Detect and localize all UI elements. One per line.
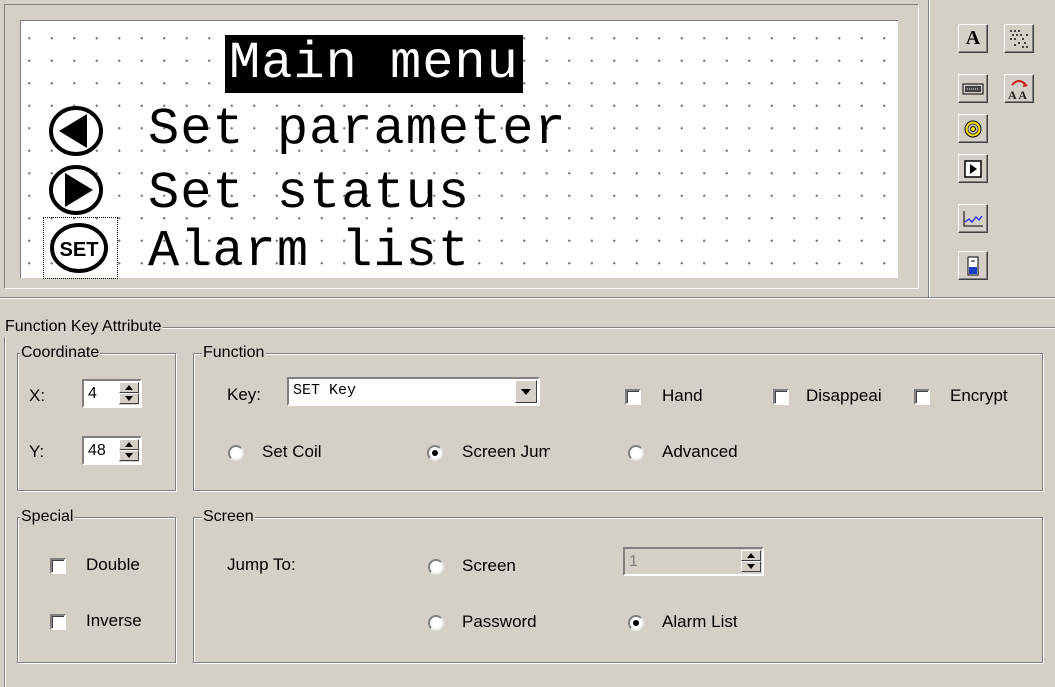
group-tool-icon bbox=[1010, 29, 1028, 48]
x-coordinate-spinbox[interactable]: 4 bbox=[82, 379, 142, 408]
lcd-menu-item-set-parameter[interactable]: Set parameter bbox=[148, 101, 567, 159]
chevron-down-icon[interactable] bbox=[515, 380, 537, 403]
advanced-label[interactable]: Advanced bbox=[662, 441, 738, 463]
jump-alarm-list-label[interactable]: Alarm List bbox=[662, 611, 738, 633]
x-spin-buttons[interactable] bbox=[119, 382, 139, 405]
lcd-menu-item-set-status[interactable]: Set status bbox=[148, 165, 470, 223]
screen-group-title: Screen bbox=[202, 507, 255, 527]
disappear-label[interactable]: Disappeai bbox=[806, 385, 904, 407]
y-spin-buttons[interactable] bbox=[119, 439, 139, 462]
left-arrow-key-icon[interactable] bbox=[48, 105, 104, 157]
hand-label[interactable]: Hand bbox=[662, 385, 703, 407]
inverse-label[interactable]: Inverse bbox=[86, 610, 142, 632]
key-select[interactable]: SET Key bbox=[287, 377, 540, 406]
screen-number-value[interactable]: 1 bbox=[629, 551, 638, 573]
right-arrow-key-icon[interactable] bbox=[48, 164, 104, 216]
set-coil-radio[interactable] bbox=[228, 445, 244, 461]
jump-to-label: Jump To: bbox=[227, 555, 296, 574]
text-tool-icon: A bbox=[965, 27, 981, 49]
y-spin-up-icon[interactable] bbox=[119, 439, 139, 450]
set-key-icon[interactable]: SET bbox=[48, 222, 110, 274]
function-key-tool-icon bbox=[962, 83, 984, 94]
special-group: Special bbox=[17, 507, 176, 663]
screen-button-tool-icon bbox=[964, 159, 982, 178]
text-tool-button[interactable]: A bbox=[958, 24, 988, 53]
inverse-checkbox[interactable] bbox=[50, 614, 66, 630]
alternating-text-tool-button[interactable]: A A bbox=[1004, 74, 1034, 103]
x-coordinate-value[interactable]: 4 bbox=[88, 383, 97, 405]
function-key-tool-button[interactable] bbox=[958, 74, 988, 103]
encrypt-label[interactable]: Encrypt bbox=[950, 385, 1008, 407]
y-spin-down-icon[interactable] bbox=[119, 450, 139, 461]
disappear-checkbox[interactable] bbox=[773, 389, 789, 405]
screen-jump-label[interactable]: Screen Jum bbox=[462, 441, 550, 463]
selected-key-focus-rect[interactable]: SET bbox=[43, 217, 118, 279]
jump-password-radio[interactable] bbox=[428, 615, 444, 631]
lcd-screen-canvas[interactable]: Main menu Set parameter Set status SET A… bbox=[20, 20, 898, 281]
key-select-value[interactable]: SET Key bbox=[293, 382, 356, 399]
group-tool-button[interactable] bbox=[1004, 24, 1034, 53]
screen-group: Screen bbox=[193, 507, 1043, 663]
screen-jump-radio[interactable] bbox=[427, 445, 443, 461]
bar-graph-tool-button[interactable] bbox=[958, 251, 988, 280]
vertical-splitter[interactable] bbox=[928, 0, 930, 297]
jump-screen-label[interactable]: Screen bbox=[462, 555, 516, 577]
function-group-title: Function bbox=[202, 343, 266, 363]
screen-number-up-icon[interactable] bbox=[741, 550, 761, 561]
alternating-text-tool-icon: A A bbox=[1008, 79, 1028, 101]
lcd-menu-item-alarm-list[interactable]: Alarm list bbox=[148, 223, 470, 281]
jump-password-label[interactable]: Password bbox=[462, 611, 537, 633]
x-spin-down-icon[interactable] bbox=[119, 393, 139, 404]
jump-alarm-list-radio[interactable] bbox=[628, 615, 644, 631]
bar-graph-tool-icon bbox=[967, 256, 979, 275]
horizontal-splitter[interactable] bbox=[0, 297, 1055, 299]
encrypt-checkbox[interactable] bbox=[914, 389, 930, 405]
set-coil-label[interactable]: Set Coil bbox=[262, 441, 322, 463]
jump-screen-radio[interactable] bbox=[428, 559, 444, 575]
special-group-title: Special bbox=[20, 507, 75, 527]
set-key-icon-text: SET bbox=[60, 239, 99, 261]
advanced-radio[interactable] bbox=[628, 445, 644, 461]
double-checkbox[interactable] bbox=[50, 558, 66, 574]
y-label: Y: bbox=[29, 442, 45, 461]
coordinate-group: Coordinate bbox=[17, 343, 176, 491]
x-label: X: bbox=[29, 386, 46, 405]
y-coordinate-spinbox[interactable]: 48 bbox=[82, 436, 142, 465]
screen-button-tool-button[interactable] bbox=[958, 154, 988, 183]
screen-number-down-icon[interactable] bbox=[741, 561, 761, 572]
function-group: Function bbox=[193, 343, 1043, 491]
trend-graph-tool-icon bbox=[963, 210, 983, 226]
double-label[interactable]: Double bbox=[86, 554, 140, 576]
hand-checkbox[interactable] bbox=[625, 389, 641, 405]
svg-text:A A: A A bbox=[1008, 88, 1027, 101]
lamp-tool-button[interactable] bbox=[958, 114, 988, 143]
lamp-tool-icon bbox=[964, 120, 982, 137]
trend-graph-tool-button[interactable] bbox=[958, 204, 988, 233]
lcd-title[interactable]: Main menu bbox=[225, 35, 523, 93]
key-label: Key: bbox=[227, 385, 262, 404]
coordinate-group-title: Coordinate bbox=[20, 343, 101, 363]
screen-number-spin-buttons[interactable] bbox=[741, 550, 761, 573]
x-spin-up-icon[interactable] bbox=[119, 382, 139, 393]
y-coordinate-value[interactable]: 48 bbox=[88, 440, 106, 462]
screen-number-spinbox[interactable]: 1 bbox=[623, 547, 764, 576]
function-key-attribute-title: Function Key Attribute bbox=[4, 317, 163, 337]
